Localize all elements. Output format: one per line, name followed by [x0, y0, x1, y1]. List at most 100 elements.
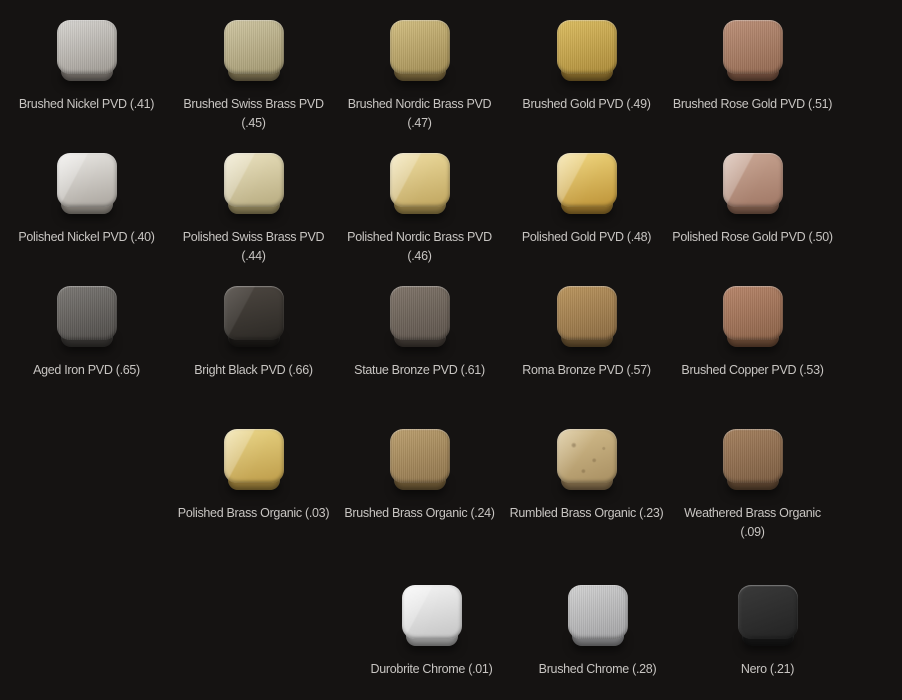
finish-label: Brushed Swiss Brass PVD (.45) — [170, 95, 337, 133]
finish-label-line: Roma Bronze PVD (.57) — [503, 361, 670, 380]
finish-label-line: Durobrite Chrome (.01) — [348, 660, 515, 679]
finish-swatch — [57, 286, 117, 347]
finish-card[interactable]: Brushed Chrome (.28) — [514, 585, 681, 679]
finish-card[interactable]: Brushed Nickel PVD (.41) — [3, 20, 170, 114]
finish-label: Bright Black PVD (.66) — [170, 361, 337, 380]
finish-card[interactable]: Weathered Brass Organic (.09) — [669, 429, 836, 542]
finish-row-5: Durobrite Chrome (.01) Brushed Chrome (.… — [0, 585, 902, 586]
finish-card[interactable]: Durobrite Chrome (.01) — [348, 585, 515, 679]
finish-swatch — [738, 585, 798, 646]
finish-label: Brushed Gold PVD (.49) — [503, 95, 670, 114]
finish-card[interactable]: Nero (.21) — [684, 585, 851, 679]
finish-card[interactable]: Statue Bronze PVD (.61) — [336, 286, 503, 380]
finish-label: Statue Bronze PVD (.61) — [336, 361, 503, 380]
swatch-face — [57, 286, 117, 340]
finish-label: Aged Iron PVD (.65) — [3, 361, 170, 380]
finish-swatch — [723, 153, 783, 214]
swatch-face — [402, 585, 462, 639]
swatch-face — [723, 286, 783, 340]
swatch-face — [224, 20, 284, 74]
finish-swatch — [224, 286, 284, 347]
finish-label: Polished Swiss Brass PVD (.44) — [170, 228, 337, 266]
finish-label: Durobrite Chrome (.01) — [348, 660, 515, 679]
finish-label-line: (.44) — [170, 247, 337, 266]
finish-swatch — [390, 20, 450, 81]
finish-card[interactable]: Roma Bronze PVD (.57) — [503, 286, 670, 380]
finish-label-line: Polished Rose Gold PVD (.50) — [669, 228, 836, 247]
finish-card[interactable]: Polished Nickel PVD (.40) — [3, 153, 170, 247]
finish-label: Brushed Chrome (.28) — [514, 660, 681, 679]
finish-swatch — [723, 20, 783, 81]
swatch-face — [390, 20, 450, 74]
swatch-face — [557, 153, 617, 207]
swatch-face — [557, 286, 617, 340]
finish-swatch — [390, 153, 450, 214]
finish-label-line: Brushed Copper PVD (.53) — [669, 361, 836, 380]
finish-card[interactable]: Brushed Nordic Brass PVD (.47) — [336, 20, 503, 133]
finish-swatch — [224, 429, 284, 490]
finish-label: Polished Rose Gold PVD (.50) — [669, 228, 836, 247]
finish-label-line: Polished Swiss Brass PVD — [170, 228, 337, 247]
finish-swatch — [557, 429, 617, 490]
swatch-face — [568, 585, 628, 639]
finish-label: Brushed Nickel PVD (.41) — [3, 95, 170, 114]
swatch-face — [224, 286, 284, 340]
finish-card[interactable]: Polished Brass Organic (.03) — [170, 429, 337, 523]
finish-card[interactable]: Brushed Copper PVD (.53) — [669, 286, 836, 380]
finish-card[interactable]: Brushed Rose Gold PVD (.51) — [669, 20, 836, 114]
finish-label-line: Aged Iron PVD (.65) — [3, 361, 170, 380]
swatch-face — [57, 20, 117, 74]
finish-label-line: Brushed Brass Organic (.24) — [336, 504, 503, 523]
finish-row-3: Aged Iron PVD (.65) Bright Black PVD (.6… — [0, 286, 902, 287]
swatch-face — [390, 153, 450, 207]
swatch-face — [557, 429, 617, 483]
finish-swatch — [57, 20, 117, 81]
finish-label-line: Statue Bronze PVD (.61) — [336, 361, 503, 380]
finish-label: Polished Nickel PVD (.40) — [3, 228, 170, 247]
swatch-face — [390, 429, 450, 483]
finish-label-line: Brushed Swiss Brass PVD — [170, 95, 337, 114]
finish-card[interactable]: Bright Black PVD (.66) — [170, 286, 337, 380]
finish-card[interactable]: Polished Gold PVD (.48) — [503, 153, 670, 247]
finish-swatch — [557, 286, 617, 347]
finish-label-line: Polished Nordic Brass PVD — [336, 228, 503, 247]
finish-card[interactable]: Brushed Swiss Brass PVD (.45) — [170, 20, 337, 133]
finish-card[interactable]: Polished Nordic Brass PVD (.46) — [336, 153, 503, 266]
finish-swatch — [557, 153, 617, 214]
finish-swatch — [402, 585, 462, 646]
swatch-face — [390, 286, 450, 340]
finish-label: Rumbled Brass Organic (.23) — [503, 504, 670, 523]
finish-swatch — [568, 585, 628, 646]
finish-label-line: (.09) — [669, 523, 836, 542]
swatch-face — [738, 585, 798, 639]
finish-label-line: Brushed Rose Gold PVD (.51) — [669, 95, 836, 114]
finish-card[interactable]: Polished Swiss Brass PVD (.44) — [170, 153, 337, 266]
finish-swatch — [557, 20, 617, 81]
finish-card[interactable]: Rumbled Brass Organic (.23) — [503, 429, 670, 523]
finish-label-line: (.47) — [336, 114, 503, 133]
swatch-face — [723, 429, 783, 483]
finish-card[interactable]: Brushed Brass Organic (.24) — [336, 429, 503, 523]
finish-card[interactable]: Brushed Gold PVD (.49) — [503, 20, 670, 114]
finish-label-line: Polished Nickel PVD (.40) — [3, 228, 170, 247]
finish-swatch — [390, 429, 450, 490]
finish-label: Polished Gold PVD (.48) — [503, 228, 670, 247]
finish-label-line: Weathered Brass Organic — [669, 504, 836, 523]
swatch-face — [723, 153, 783, 207]
finish-label: Brushed Rose Gold PVD (.51) — [669, 95, 836, 114]
finish-label: Polished Nordic Brass PVD (.46) — [336, 228, 503, 266]
finish-label-line: Bright Black PVD (.66) — [170, 361, 337, 380]
finish-swatch — [224, 153, 284, 214]
finish-swatch — [57, 153, 117, 214]
finish-label-line: (.45) — [170, 114, 337, 133]
swatch-face — [224, 429, 284, 483]
finish-card[interactable]: Polished Rose Gold PVD (.50) — [669, 153, 836, 247]
swatch-face — [557, 20, 617, 74]
swatch-face — [224, 153, 284, 207]
finish-card[interactable]: Aged Iron PVD (.65) — [3, 286, 170, 380]
finish-row-2: Polished Nickel PVD (.40) Polished Swiss… — [0, 153, 902, 154]
finish-label: Polished Brass Organic (.03) — [170, 504, 337, 523]
finish-label: Roma Bronze PVD (.57) — [503, 361, 670, 380]
finish-label: Brushed Brass Organic (.24) — [336, 504, 503, 523]
finish-label-line: Polished Gold PVD (.48) — [503, 228, 670, 247]
